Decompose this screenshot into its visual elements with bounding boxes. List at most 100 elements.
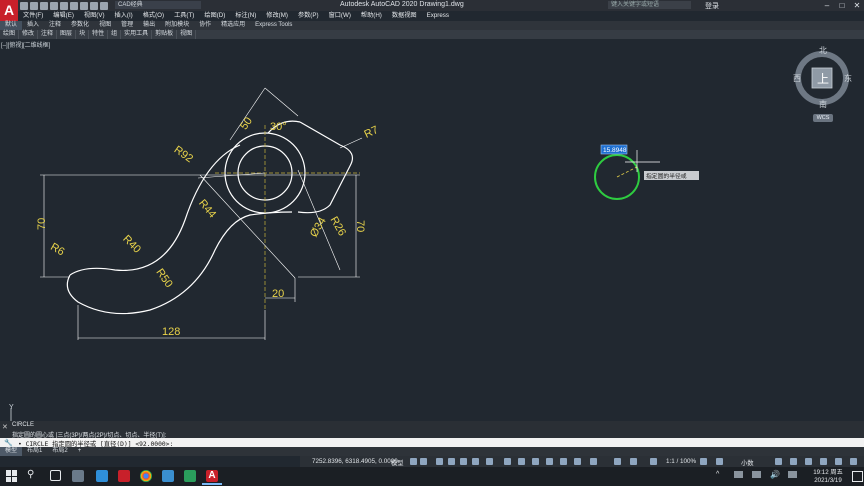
new-file-icon[interactable] (20, 1, 28, 10)
volume-icon[interactable]: 🔊 (770, 470, 780, 479)
ribbon-tab-5[interactable]: 管理 (116, 21, 138, 30)
grid-icon[interactable] (410, 458, 417, 465)
workspace-selector[interactable]: CAD经典 (115, 1, 201, 9)
print-icon[interactable] (70, 1, 78, 10)
polar-icon[interactable] (448, 458, 455, 465)
menu-item-4[interactable]: 格式(O) (138, 11, 169, 21)
tray-app-icon[interactable] (734, 471, 743, 478)
ribbon-tab-4[interactable]: 视图 (94, 21, 116, 30)
layout-tab-1[interactable]: 布局1 (22, 447, 47, 456)
menu-item-6[interactable]: 绘图(D) (199, 11, 230, 21)
menu-item-13[interactable]: Express (422, 11, 454, 21)
lock-ui-icon[interactable] (790, 458, 797, 465)
units-selector[interactable]: 小数 (741, 458, 754, 467)
network-icon[interactable] (752, 471, 761, 478)
quick-properties-icon[interactable] (775, 458, 782, 465)
model-space-button[interactable]: 模型 (391, 458, 404, 467)
save-icon[interactable] (40, 1, 48, 10)
ribbon-tab-9[interactable]: 精选应用 (216, 21, 250, 30)
chrome-icon[interactable] (140, 470, 152, 482)
compass-south[interactable]: 南 (819, 99, 827, 109)
open-file-icon[interactable] (30, 1, 38, 10)
workspace-switch-icon[interactable] (700, 458, 707, 465)
annotation-scale-icon[interactable] (650, 458, 657, 465)
customize-icon[interactable] (850, 458, 857, 465)
3d-osnap-icon[interactable] (560, 458, 567, 465)
menu-item-11[interactable]: 帮助(H) (356, 11, 387, 21)
menu-item-3[interactable]: 插入(I) (110, 11, 138, 21)
top-right-lug[interactable] (297, 121, 353, 214)
task-view-icon[interactable] (50, 470, 61, 481)
isolate-objects-icon[interactable] (805, 458, 812, 465)
isodraft-icon[interactable] (590, 458, 597, 465)
ribbon-tab-1[interactable]: 插入 (22, 21, 44, 30)
panel-tab-9[interactable]: 视图 (177, 30, 197, 39)
file-explorer-icon[interactable] (72, 470, 84, 482)
wcs-menu[interactable]: WCS (813, 114, 833, 122)
redo-icon[interactable] (90, 1, 98, 10)
hardware-accel-icon[interactable] (820, 458, 827, 465)
menu-item-7[interactable]: 标注(N) (230, 11, 261, 21)
windows-start-icon[interactable] (6, 470, 18, 482)
menu-item-10[interactable]: 窗口(W) (324, 11, 356, 21)
menu-item-5[interactable]: 工具(T) (169, 11, 199, 21)
panel-tab-7[interactable]: 实用工具 (121, 30, 153, 39)
layout-tab-0[interactable]: 模型 (0, 447, 23, 456)
app-icon-red[interactable] (118, 470, 130, 482)
otrack-icon[interactable] (472, 458, 479, 465)
osnap-icon[interactable] (460, 458, 467, 465)
notification-icon[interactable] (852, 471, 863, 482)
search-input[interactable]: 键入关键字或短语 (608, 1, 691, 9)
autocad-logo[interactable]: A (0, 0, 18, 22)
layout-tab-3[interactable]: + (73, 447, 87, 456)
ribbon-tab-0[interactable]: 默认 (0, 21, 23, 30)
panel-tab-8[interactable]: 剪贴板 (152, 30, 178, 39)
menu-item-2[interactable]: 视图(V) (79, 11, 110, 21)
ribbon-tab-7[interactable]: 附加模块 (160, 21, 194, 30)
ribbon-tab-10[interactable]: Express Tools (250, 21, 297, 30)
search-icon[interactable]: ⚲ (27, 469, 34, 480)
annotate-objects-icon[interactable] (716, 458, 723, 465)
compass-east[interactable]: 东 (844, 73, 852, 83)
ime-icon[interactable] (788, 471, 797, 478)
app-icon-green[interactable] (184, 470, 196, 482)
undo-icon[interactable] (80, 1, 88, 10)
ribbon-tab-2[interactable]: 注释 (44, 21, 66, 30)
tray-chevron-icon[interactable]: ^ (716, 471, 719, 478)
lineweight-icon[interactable] (518, 458, 525, 465)
panel-tab-4[interactable]: 块 (76, 30, 90, 39)
annotation-scale[interactable]: 1:1 / 100% (666, 458, 696, 465)
close-command-icon[interactable]: ✕ (2, 423, 8, 431)
taskbar-clock[interactable]: 19:12 周五 2021/3/19 (808, 469, 848, 485)
plot-icon[interactable] (60, 1, 68, 10)
panel-tab-3[interactable]: 图层 (57, 30, 77, 39)
compass-west[interactable]: 西 (793, 74, 801, 83)
minimize-button[interactable]: – (820, 0, 834, 11)
ribbon-tab-8[interactable]: 协作 (194, 21, 216, 30)
layout-tab-2[interactable]: 布局2 (47, 447, 72, 456)
annotation-monitor-icon[interactable] (574, 458, 581, 465)
viewcube[interactable]: 上 北 南 东 西 (790, 42, 854, 124)
panel-tab-1[interactable]: 修改 (19, 30, 39, 39)
ribbon-tab-3[interactable]: 参数化 (66, 21, 94, 30)
menu-item-1[interactable]: 编辑(E) (48, 11, 79, 21)
selection-cycling-icon[interactable] (546, 458, 553, 465)
dynamic-ucs-icon[interactable] (486, 458, 493, 465)
dynamic-input-icon[interactable] (504, 458, 511, 465)
login-button[interactable]: 登录 (705, 1, 719, 11)
close-button[interactable]: ✕ (850, 0, 864, 11)
menu-item-8[interactable]: 修改(M) (261, 11, 293, 21)
annotation-visibility-icon[interactable] (614, 458, 621, 465)
coordinates-readout[interactable]: 7252.8396, 6318.4905, 0.0000 (312, 458, 398, 465)
autoscale-icon[interactable] (630, 458, 637, 465)
share-icon[interactable] (100, 1, 108, 10)
drawing-canvas[interactable]: 50 30° R7 R92 R44 R26 Ø34 70 70 R40 R6 R… (0, 40, 864, 421)
app-icon-blue[interactable] (96, 470, 108, 482)
ribbon-tab-6[interactable]: 输出 (138, 21, 160, 30)
ortho-icon[interactable] (436, 458, 443, 465)
wrench-icon[interactable]: 🔧 (4, 439, 13, 447)
panel-tab-6[interactable]: 组 (108, 30, 122, 39)
menu-item-0[interactable]: 文件(F) (18, 11, 48, 21)
r50-lower-arc[interactable] (66, 211, 293, 315)
panel-tab-0[interactable]: 绘图 (0, 30, 20, 39)
